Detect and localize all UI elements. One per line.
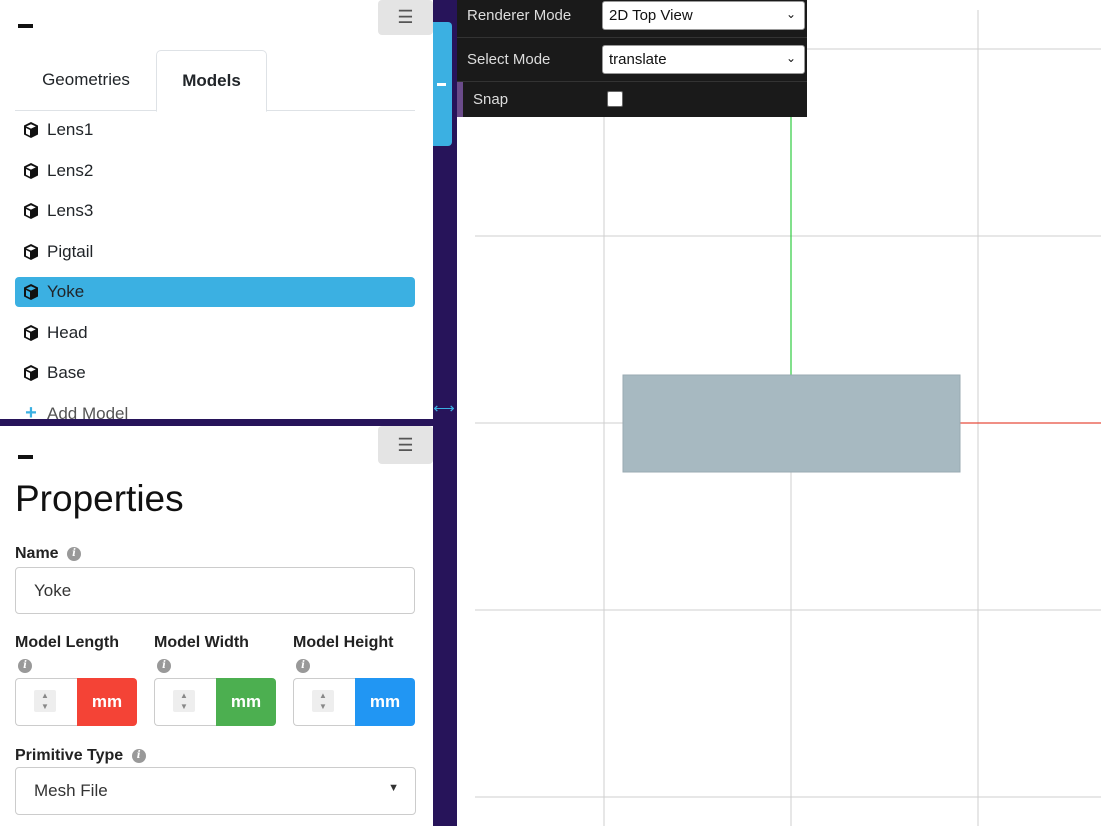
snap-row-marker bbox=[457, 82, 463, 117]
panel-menu-button[interactable]: ☰ bbox=[378, 0, 433, 35]
cube-icon bbox=[21, 242, 41, 262]
width-label: Model Width bbox=[154, 634, 249, 651]
list-item-pigtail[interactable]: Pigtail bbox=[15, 237, 415, 267]
minimize-icon[interactable] bbox=[18, 455, 33, 459]
cube-icon bbox=[21, 363, 41, 383]
model-height-input: ▲ ▼ mm bbox=[293, 678, 415, 726]
list-item-lens2[interactable]: Lens2 bbox=[15, 156, 415, 186]
list-item-yoke[interactable]: Yoke bbox=[15, 277, 415, 307]
list-item-head[interactable]: Head bbox=[15, 318, 415, 348]
info-icon[interactable]: i bbox=[18, 659, 32, 673]
unit-badge: mm bbox=[355, 678, 415, 726]
collapse-tab[interactable] bbox=[433, 22, 452, 146]
info-icon[interactable]: i bbox=[157, 659, 171, 673]
stepper-icon[interactable]: ▲ ▼ bbox=[34, 690, 56, 712]
cube-icon bbox=[21, 161, 41, 181]
primitive-type-label: Primitive Type i bbox=[15, 747, 146, 765]
add-model-button[interactable]: + Add Model bbox=[15, 399, 415, 419]
caret-down-icon: ▼ bbox=[388, 782, 399, 794]
tab-bar: Geometries Models bbox=[15, 50, 415, 112]
cube-icon bbox=[21, 201, 41, 221]
divider bbox=[457, 81, 807, 82]
stepper-icon[interactable]: ▲ ▼ bbox=[173, 690, 195, 712]
viewport-canvas[interactable] bbox=[457, 0, 1101, 826]
unit-badge: mm bbox=[216, 678, 276, 726]
snap-label: Snap bbox=[473, 91, 509, 108]
horizontal-splitter[interactable] bbox=[0, 419, 433, 426]
grid-canvas[interactable] bbox=[457, 0, 1101, 826]
models-panel: ☰ Geometries Models Lens1 Lens2 Lens3 Pi… bbox=[0, 0, 433, 419]
info-icon[interactable]: i bbox=[67, 546, 82, 561]
length-label: Model Length bbox=[15, 634, 119, 651]
cube-icon bbox=[21, 282, 41, 302]
info-icon[interactable]: i bbox=[131, 748, 146, 763]
page-title: Properties bbox=[15, 478, 184, 519]
renderer-mode-select[interactable]: 2D Top View ⌄ bbox=[602, 1, 805, 30]
cube-icon bbox=[21, 323, 41, 343]
hamburger-icon: ☰ bbox=[397, 7, 414, 27]
hamburger-icon: ☰ bbox=[397, 434, 414, 455]
unit-badge: mm bbox=[77, 678, 137, 726]
model-width-input: ▲ ▼ mm bbox=[154, 678, 276, 726]
plus-icon: + bbox=[25, 402, 37, 419]
model-list: Lens1 Lens2 Lens3 Pigtail Yoke Head Base… bbox=[15, 115, 415, 419]
resize-horizontal-icon[interactable]: ⟷ bbox=[433, 399, 455, 419]
primitive-type-select[interactable]: Mesh File ▼ bbox=[15, 767, 416, 815]
cube-icon bbox=[21, 120, 41, 140]
list-item-base[interactable]: Base bbox=[15, 358, 415, 388]
chevron-down-icon: ⌄ bbox=[785, 51, 796, 65]
panel-menu-button[interactable]: ☰ bbox=[378, 426, 433, 464]
model-shape-yoke[interactable] bbox=[622, 374, 961, 473]
tab-models[interactable]: Models bbox=[156, 50, 267, 112]
info-icon[interactable]: i bbox=[296, 659, 310, 673]
select-mode-select[interactable]: translate ⌄ bbox=[602, 45, 805, 74]
minus-icon bbox=[437, 83, 446, 86]
name-label: Name i bbox=[15, 545, 82, 563]
model-length-input: ▲ ▼ mm bbox=[15, 678, 137, 726]
stepper-icon[interactable]: ▲ ▼ bbox=[312, 690, 334, 712]
height-label: Model Height bbox=[293, 634, 394, 651]
name-field[interactable]: Yoke bbox=[15, 567, 415, 614]
renderer-toolbar: Renderer Mode 2D Top View ⌄ Select Mode … bbox=[457, 0, 807, 117]
list-item-lens1[interactable]: Lens1 bbox=[15, 115, 415, 145]
tab-geometries[interactable]: Geometries bbox=[26, 50, 146, 110]
chevron-down-icon: ⌄ bbox=[785, 7, 796, 21]
minimize-icon[interactable] bbox=[18, 24, 33, 28]
select-mode-label: Select Mode bbox=[467, 51, 551, 68]
renderer-mode-label: Renderer Mode bbox=[467, 7, 572, 24]
list-item-lens3[interactable]: Lens3 bbox=[15, 196, 415, 226]
snap-checkbox[interactable] bbox=[607, 91, 623, 107]
